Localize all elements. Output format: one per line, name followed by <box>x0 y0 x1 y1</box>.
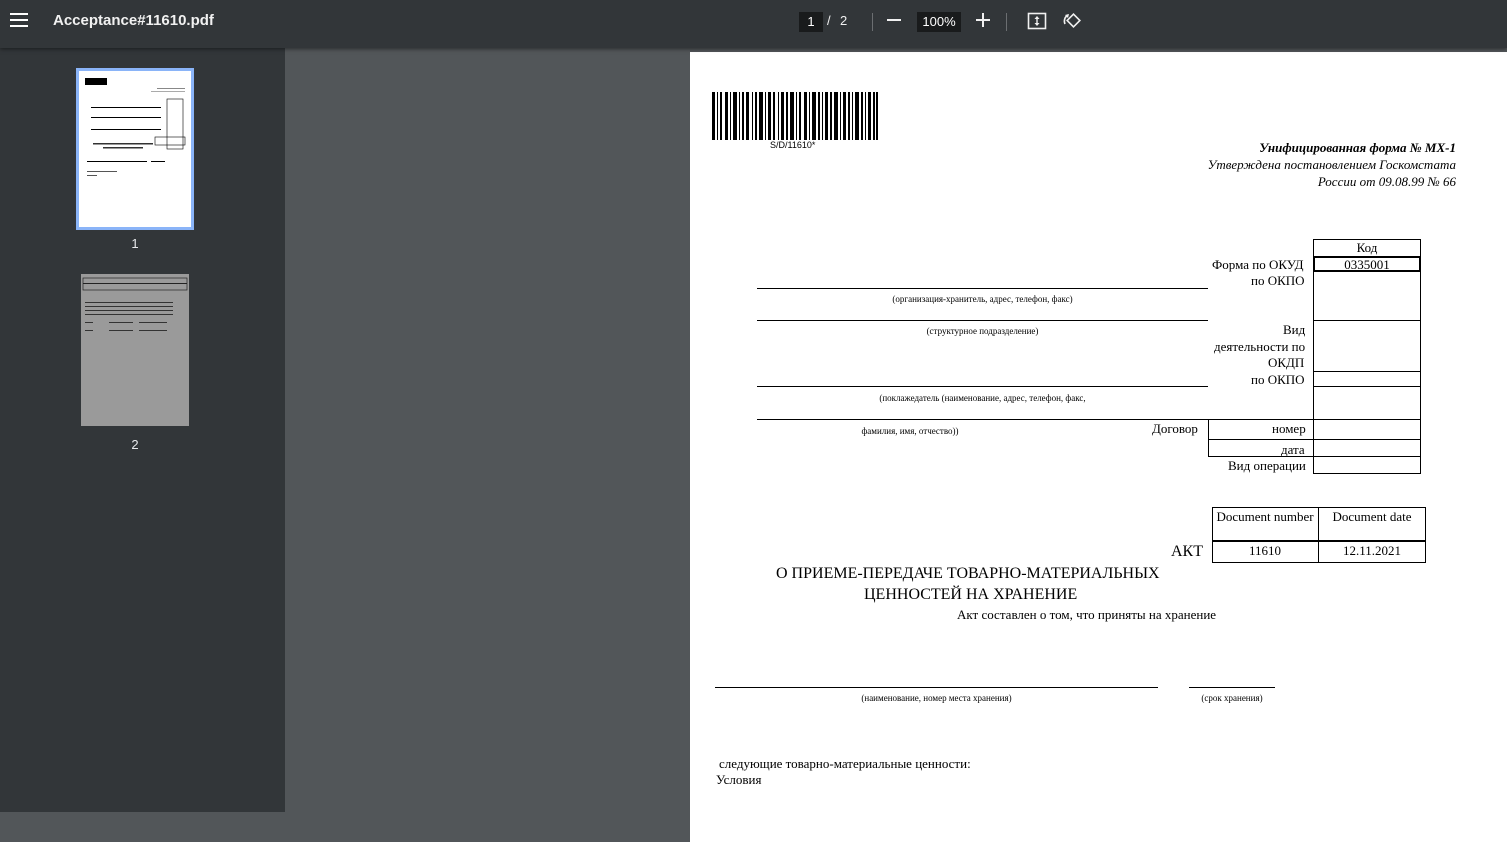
depositor-code-cell <box>1313 386 1421 420</box>
page-1-preview <box>85 78 186 176</box>
okpo-value-cell <box>1313 271 1421 321</box>
zoom-in-button[interactable] <box>975 12 991 28</box>
following-items-text: следующие товарно-материальные ценности: <box>719 756 971 771</box>
doc-number-header: Document number <box>1216 509 1314 524</box>
toolbar-divider <box>872 13 873 31</box>
barcode-caption: S/D/11610* <box>770 140 816 150</box>
page-thumbnail-2[interactable] <box>81 274 189 426</box>
activity-value-cell <box>1313 320 1421 372</box>
rotate-icon[interactable] <box>1062 11 1082 31</box>
depositor-caption: (поклажедатель (наименование, адрес, тел… <box>879 393 1086 403</box>
fit-to-page-icon[interactable] <box>1027 11 1047 31</box>
org-underline <box>757 288 1208 289</box>
pdf-page: S/D/11610* Унифицированная форма № МХ-1 … <box>690 52 1507 842</box>
storage-place-caption: (наименование, номер места хранения) <box>861 693 1012 703</box>
thumbnail-label: 2 <box>131 437 139 452</box>
barcode-image <box>712 92 878 140</box>
doc-number-value: 11610 <box>1248 543 1282 558</box>
storage-term-underline <box>1189 687 1275 688</box>
document-title: Acceptance#11610.pdf <box>53 12 214 29</box>
storage-term-caption: (срок хранения) <box>1201 693 1263 703</box>
row-divider <box>1212 540 1426 542</box>
cell-divider <box>1313 439 1314 457</box>
okpo2-value-cell <box>1313 371 1421 387</box>
doc-date-value: 12.11.2021 <box>1342 543 1402 558</box>
operation-type-label: Вид операции <box>1228 458 1306 473</box>
dept-underline <box>757 320 1208 321</box>
viewer-toolbar: Acceptance#11610.pdf 1 / 2 100% <box>0 0 1507 48</box>
act-subtitle-2: ЦЕННОСТЕЙ НА ХРАНЕНИЕ <box>864 586 1078 603</box>
total-pages: 2 <box>840 13 848 28</box>
cell-divider <box>1313 419 1314 440</box>
okud-label: Форма по ОКУД <box>1212 257 1304 272</box>
contract-number-cell <box>1208 419 1421 440</box>
menu-icon[interactable] <box>9 10 29 30</box>
doc-date-header: Document date <box>1332 509 1412 524</box>
activity-label-3: ОКДП <box>1268 355 1305 370</box>
contract-date-cell <box>1208 439 1421 457</box>
page-number-input[interactable]: 1 <box>799 12 823 32</box>
zoom-level-input[interactable]: 100% <box>917 12 961 32</box>
contract-date-label: дата <box>1281 442 1305 457</box>
storage-place-underline <box>715 687 1158 688</box>
form-header-line-2: Утверждена постановлением Госкомстата <box>1207 157 1456 172</box>
zoom-out-button[interactable] <box>887 19 901 21</box>
conditions-label: Условия <box>716 772 762 787</box>
contract-number-label: номер <box>1272 421 1306 436</box>
activity-label-2: деятельности по <box>1214 339 1306 354</box>
toolbar-divider <box>1006 13 1007 31</box>
depositor-underline <box>757 386 1208 387</box>
act-subtitle-1: О ПРИЕМЕ-ПЕРЕДАЧЕ ТОВАРНО-МАТЕРИАЛЬНЫХ <box>776 565 1160 582</box>
code-header: Код <box>1356 240 1378 255</box>
page-2-preview <box>82 277 188 331</box>
okpo-label: по ОКПО <box>1251 273 1305 288</box>
org-caption: (организация-хранитель, адрес, телефон, … <box>892 294 1073 304</box>
depositor-caption-2: фамилия, имя, отчество)) <box>861 426 959 436</box>
page-thumbnail-1[interactable] <box>76 68 194 230</box>
activity-label-1: Вид <box>1283 322 1306 337</box>
act-note: Акт составлен о том, что приняты на хран… <box>957 607 1217 622</box>
thumbnail-label: 1 <box>131 236 139 251</box>
depositor-underline-2 <box>757 419 1208 420</box>
contract-label: Договор <box>1152 421 1198 436</box>
form-header-line-1: Унифицированная форма № МХ-1 <box>1259 140 1456 155</box>
operation-type-cell <box>1313 456 1421 474</box>
form-header-line-3: России от 09.08.99 № 66 <box>1317 174 1456 189</box>
act-title: АКТ <box>1171 543 1203 560</box>
page-separator: / <box>827 13 831 28</box>
dept-caption: (структурное подразделение) <box>926 326 1039 336</box>
okpo2-label: по ОКПО <box>1251 372 1305 387</box>
